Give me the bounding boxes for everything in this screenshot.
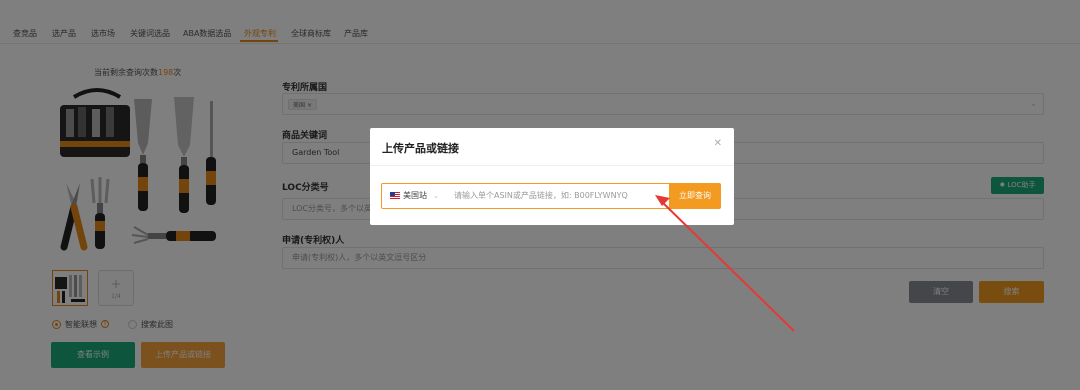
modal-title: 上传产品或链接	[382, 142, 459, 155]
upload-modal: 上传产品或链接 ✕ 美国站 ⌄ 请输入单个ASIN或产品链接，如: B00FLYW…	[370, 128, 734, 225]
chevron-down-icon: ⌄	[433, 192, 439, 200]
query-now-button[interactable]: 立即查询	[669, 183, 721, 209]
site-label: 美国站	[403, 191, 427, 200]
asin-input-group: 美国站 ⌄ 请输入单个ASIN或产品链接，如: B00FLYWNYQ	[381, 183, 671, 209]
close-icon[interactable]: ✕	[714, 138, 722, 149]
site-select[interactable]: 美国站 ⌄	[390, 184, 439, 208]
us-flag-icon	[390, 192, 400, 199]
modal-divider	[370, 165, 734, 166]
asin-input[interactable]: 请输入单个ASIN或产品链接，如: B00FLYWNYQ	[454, 184, 628, 208]
